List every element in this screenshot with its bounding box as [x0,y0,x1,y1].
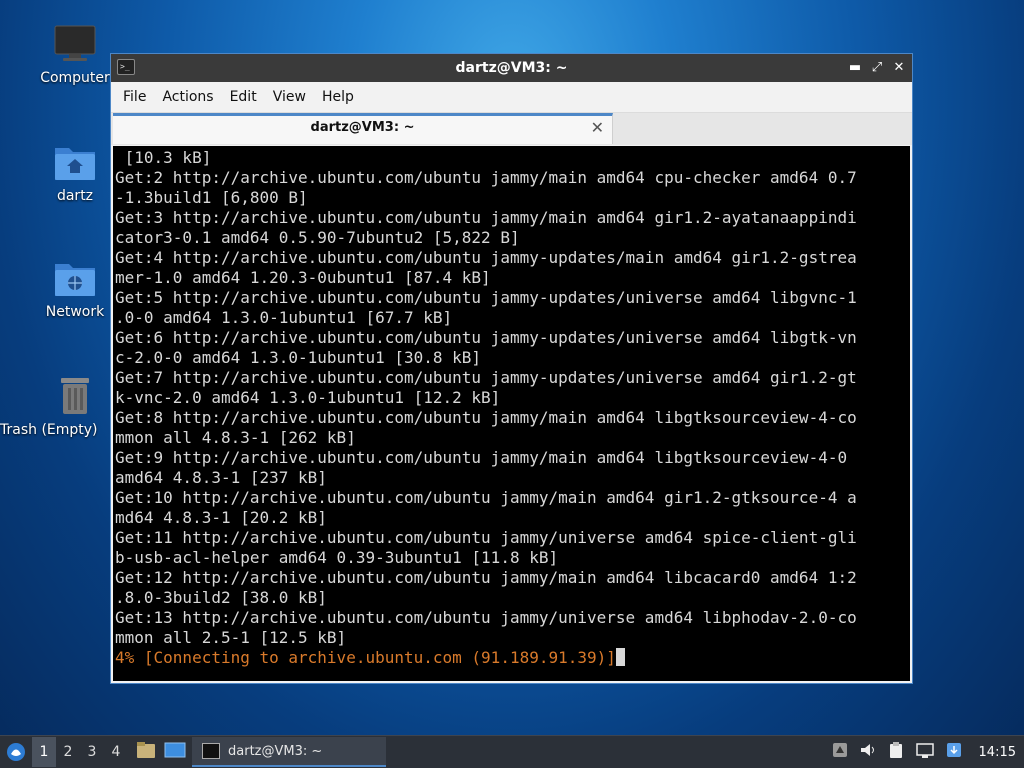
terminal-output[interactable]: [10.3 kB] Get:2 http://archive.ubuntu.com… [113,146,910,681]
workspace-1[interactable]: 1 [32,737,56,767]
desktop-icon-label: Trash (Empty) [0,422,98,438]
desktop-icon-label: Network [45,304,105,320]
system-tray: 14:15 [831,741,1024,763]
computer-icon [54,25,96,61]
trash-icon [61,378,89,414]
terminal-line: Get:13 http://archive.ubuntu.com/ubuntu … [115,608,857,627]
terminal-line: .8.0-3build2 [38.0 kB] [115,588,327,607]
menu-edit[interactable]: Edit [222,82,265,112]
terminal-line: cator3-0.1 amd64 0.5.90-7ubuntu2 [5,822 … [115,228,520,247]
terminal-line: Get:8 http://archive.ubuntu.com/ubuntu j… [115,408,857,427]
terminal-line: mer-1.0 amd64 1.20.3-0ubuntu1 [87.4 kB] [115,268,491,287]
terminal-line: Get:11 http://archive.ubuntu.com/ubuntu … [115,528,857,547]
desktop-icon [164,742,186,758]
tray-item-status[interactable] [831,741,849,763]
workspace-4[interactable]: 4 [104,737,128,767]
terminal-line: Get:9 http://archive.ubuntu.com/ubuntu j… [115,448,848,467]
terminal-line: Get:7 http://archive.ubuntu.com/ubuntu j… [115,368,857,387]
desktop-launcher-button[interactable] [164,741,186,763]
terminal-line: Get:2 http://archive.ubuntu.com/ubuntu j… [115,168,857,187]
menu-actions[interactable]: Actions [154,82,221,112]
desktop-icon-label: dartz [56,188,94,204]
network-folder-icon [55,264,95,296]
tab-label: dartz@VM3: ~ [310,120,415,135]
menu-help[interactable]: Help [314,82,362,112]
close-icon[interactable]: ✕ [892,61,906,75]
terminal-line: b-usb-acl-helper amd64 0.39-3ubuntu1 [11… [115,548,559,567]
tab-bar: dartz@VM3: ~ ✕ [111,113,912,145]
terminal-status-line: 4% [Connecting to archive.ubuntu.com (91… [115,648,910,668]
terminal-line: [10.3 kB] [115,148,212,167]
window-titlebar[interactable]: dartz@VM3: ~ ▬ ⤢ ✕ [111,54,912,82]
taskbar: 1 2 3 4 dartz@VM3: ~ 14:15 [0,735,1024,768]
clipboard-button[interactable] [887,741,905,763]
taskbar-window-label: dartz@VM3: ~ [228,743,323,759]
terminal-line: Get:4 http://archive.ubuntu.com/ubuntu j… [115,248,857,267]
taskbar-window-terminal[interactable]: dartz@VM3: ~ [192,737,386,767]
minimize-icon[interactable]: ▬ [848,61,862,75]
warning-icon [832,743,847,757]
terminal-line: Get:10 http://archive.ubuntu.com/ubuntu … [115,488,857,507]
workspace-3[interactable]: 3 [80,737,104,767]
clock[interactable]: 14:15 [979,745,1016,760]
terminal-line: Get:12 http://archive.ubuntu.com/ubuntu … [115,568,857,587]
terminal-icon [202,743,220,759]
terminal-status-text: 4% [Connecting to archive.ubuntu.com (91… [115,648,616,667]
volume-button[interactable] [859,741,877,763]
tab-close-icon[interactable]: ✕ [591,118,604,137]
desktop-icon-network[interactable]: Network [30,258,120,320]
terminal-line: Get:6 http://archive.ubuntu.com/ubuntu j… [115,328,857,347]
lubuntu-logo-icon [7,743,25,761]
terminal-line: .0-0 amd64 1.3.0-1ubuntu1 [67.7 kB] [115,308,453,327]
show-desktop-button[interactable] [136,741,156,763]
menu-bar: File Actions Edit View Help [111,82,912,113]
terminal-line: amd64 4.8.3-1 [237 kB] [115,468,327,487]
network-icon [915,743,934,758]
desktop-icon-trash[interactable]: Trash (Empty) [0,374,120,438]
terminal-line: -1.3build1 [6,800 B] [115,188,308,207]
terminal-line: Get:3 http://archive.ubuntu.com/ubuntu j… [115,208,857,227]
terminal-line: mmon all 2.5-1 [12.5 kB] [115,628,347,647]
workspace-2[interactable]: 2 [56,737,80,767]
maximize-icon[interactable]: ⤢ [870,61,884,75]
desktop-icon-label: Computer [40,70,110,86]
clipboard-icon [889,742,902,758]
menu-file[interactable]: File [115,82,154,112]
network-button[interactable] [915,741,935,763]
update-button[interactable] [945,741,963,763]
tab-terminal[interactable]: dartz@VM3: ~ ✕ [113,113,613,144]
desktop-icon-computer[interactable]: Computer [30,24,120,86]
terminal-window[interactable]: dartz@VM3: ~ ▬ ⤢ ✕ File Actions Edit Vie… [110,53,913,684]
update-icon [946,743,961,757]
volume-icon [860,744,874,756]
terminal-line: k-vnc-2.0 amd64 1.3.0-1ubuntu1 [12.2 kB] [115,388,501,407]
app-menu-button[interactable] [0,742,32,762]
desktop-icon-home[interactable]: dartz [30,142,120,204]
terminal-line: Get:5 http://archive.ubuntu.com/ubuntu j… [115,288,857,307]
terminal-line: mmon all 4.8.3-1 [262 kB] [115,428,356,447]
file-manager-icon [137,742,155,758]
menu-view[interactable]: View [265,82,314,112]
terminal-line: c-2.0-0 amd64 1.3.0-1ubuntu1 [30.8 kB] [115,348,482,367]
window-title: dartz@VM3: ~ [455,60,568,76]
home-folder-icon [55,148,95,180]
terminal-cursor [615,648,625,666]
terminal-line: md64 4.8.3-1 [20.2 kB] [115,508,327,527]
